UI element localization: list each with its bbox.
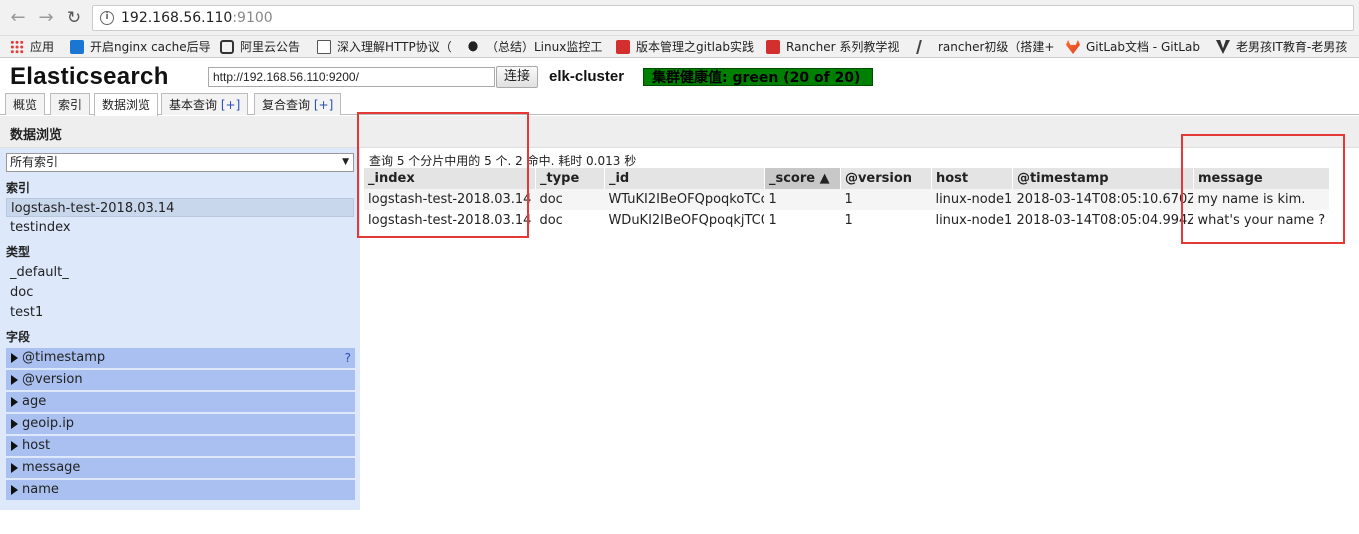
r-icon — [916, 40, 934, 54]
gitlab-icon — [1066, 40, 1080, 54]
reload-icon[interactable]: ↻ — [64, 8, 84, 28]
document-icon — [317, 40, 331, 54]
c-logo-icon — [616, 40, 630, 54]
bookmark-http[interactable]: 深入理解HTTP协议（ — [317, 39, 452, 55]
tab-indices[interactable]: 索引 — [50, 93, 91, 115]
column-header-version[interactable]: @version — [840, 168, 932, 189]
annotation-box-message — [1181, 134, 1345, 244]
tab-overview[interactable]: 概览 — [5, 93, 46, 115]
cell-timestamp: 2018-03-14T08:05:10.670Z — [1012, 189, 1194, 210]
browser-toolbar: ← → ↻ i 192.168.56.110:9100 — [0, 0, 1359, 36]
connect-url-input[interactable] — [208, 67, 495, 87]
apps-icon — [10, 40, 24, 54]
expand-triangle-icon — [11, 485, 18, 495]
aliyun-icon — [220, 40, 234, 54]
field-item-name[interactable]: name — [6, 480, 355, 500]
expand-triangle-icon — [11, 441, 18, 451]
type-item-doc[interactable]: doc — [6, 283, 354, 302]
cell-timestamp: 2018-03-14T08:05:04.994Z — [1016, 213, 1194, 228]
type-item-test1[interactable]: test1 — [6, 303, 354, 322]
bookmark-linux-monitor[interactable]: （总结）Linux监控工 — [466, 39, 602, 55]
tab-basic-query[interactable]: 基本查询 [+] — [161, 93, 249, 115]
bookmark-aliyun[interactable]: 阿里云公告 — [220, 39, 300, 55]
expand-triangle-icon — [11, 463, 18, 473]
main-tabs: 概览 索引 数据浏览 基本查询 [+] 复合查询 [+] — [0, 93, 1359, 116]
type-heading: 类型 — [6, 245, 31, 259]
expand-triangle-icon — [11, 375, 18, 385]
expand-triangle-icon — [11, 353, 18, 363]
tab-browser[interactable]: 数据浏览 — [94, 93, 159, 116]
cell-score: 1 — [764, 189, 841, 210]
column-header-timestamp[interactable]: @timestamp — [1012, 168, 1194, 189]
field-item-host[interactable]: host — [6, 436, 355, 456]
back-arrow-icon[interactable]: ← — [8, 8, 28, 28]
cell-type: doc — [539, 213, 563, 228]
annotation-box-index — [357, 112, 529, 238]
cell-host: linux-node1 — [935, 213, 1013, 228]
bookmark-apps[interactable]: 应用 — [10, 39, 54, 55]
field-item-age[interactable]: age — [6, 392, 355, 412]
address-bar[interactable]: i 192.168.56.110:9100 — [92, 5, 1354, 31]
index-item-logstash[interactable]: logstash-test-2018.03.14 — [6, 198, 354, 217]
index-heading: 索引 — [6, 181, 31, 195]
bookmark-oldboy[interactable]: 老男孩IT教育-老男孩 — [1216, 39, 1347, 55]
column-header-type[interactable]: _type — [535, 168, 605, 189]
bookmark-nginx-cache[interactable]: 开启nginx cache后导 — [70, 39, 211, 55]
app-title: Elasticsearch — [10, 63, 169, 90]
tab-compound-query[interactable]: 复合查询 [+] — [254, 93, 342, 115]
cell-version: 1 — [840, 189, 932, 210]
page-title: 数据浏览 — [10, 128, 63, 143]
cell-host: linux-node1 — [931, 189, 1013, 210]
field-item-timestamp[interactable]: @timestamp? — [6, 348, 355, 368]
index-item-testindex[interactable]: testindex — [6, 218, 354, 237]
bookmark-gitlab-docs[interactable]: GitLab文档 - GitLab — [1066, 39, 1200, 55]
type-item-default[interactable]: _default_ — [6, 263, 354, 282]
field-item-version[interactable]: @version — [6, 370, 355, 390]
bookmark-gitlab-practice[interactable]: 版本管理之gitlab实践 — [616, 39, 754, 55]
g-icon — [70, 40, 84, 54]
field-item-message[interactable]: message — [6, 458, 355, 478]
column-header-host[interactable]: host — [931, 168, 1013, 189]
expand-triangle-icon — [11, 419, 18, 429]
cell-score: 1 — [768, 213, 777, 228]
cell-version: 1 — [844, 213, 853, 228]
bookmark-rancher-basic[interactable]: rancher初级（搭建+ — [916, 39, 1054, 55]
help-icon[interactable]: ? — [345, 348, 351, 368]
cluster-health-badge: 集群健康值: green (20 of 20) — [643, 68, 873, 86]
bookmarks-bar: 应用 开启nginx cache后导 阿里云公告 深入理解HTTP协议（ （总结… — [0, 36, 1359, 58]
bookmark-rancher-series[interactable]: Rancher 系列教学视 — [766, 39, 899, 55]
forward-arrow-icon[interactable]: → — [36, 8, 56, 28]
index-select[interactable]: 所有索引 ▼ — [6, 153, 354, 172]
info-icon[interactable]: i — [100, 11, 114, 25]
expand-triangle-icon — [11, 397, 18, 407]
dropdown-arrow-icon: ▼ — [342, 157, 349, 167]
address-text: 192.168.56.110:9100 — [121, 10, 273, 26]
column-header-score[interactable]: _score ▲ — [764, 168, 841, 189]
field-item-geoip[interactable]: geoip.ip — [6, 414, 355, 434]
cluster-name: elk-cluster — [549, 68, 625, 85]
column-header-id[interactable]: _id — [604, 168, 765, 189]
c-logo-icon — [766, 40, 780, 54]
cell-id: WDuKI2IBeOFQpoqkjTC0 — [608, 213, 765, 228]
field-heading: 字段 — [6, 330, 31, 344]
cell-id: WTuKI2IBeOFQpoqkoTCc — [604, 189, 765, 210]
v-icon — [1216, 40, 1230, 54]
tux-icon — [466, 40, 480, 54]
section-header — [0, 116, 1359, 148]
connect-button[interactable]: 连接 — [496, 66, 538, 88]
cell-type: doc — [535, 189, 605, 210]
